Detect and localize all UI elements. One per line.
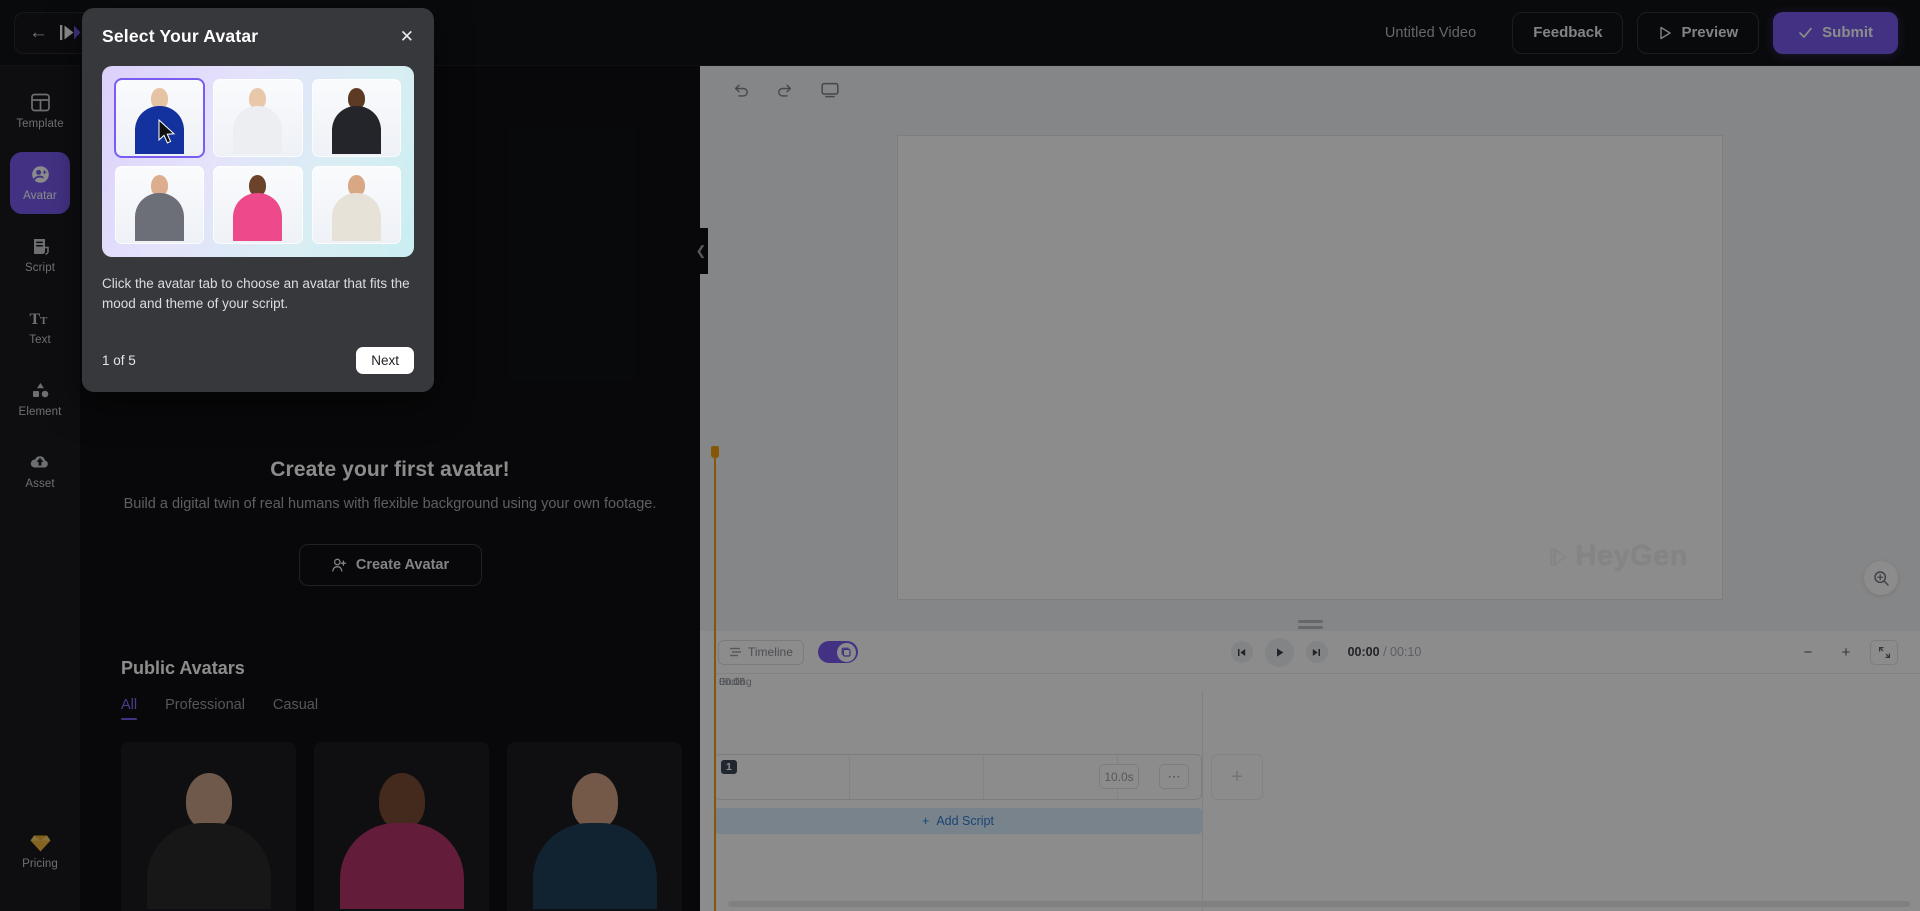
avatar-tile-container (102, 66, 414, 257)
avatar-tile[interactable] (311, 79, 401, 157)
modal-page-indicator: 1 of 5 (102, 353, 136, 369)
avatar-tile[interactable] (213, 79, 303, 157)
mouse-cursor-icon (158, 118, 177, 151)
avatar-tile[interactable] (213, 166, 303, 244)
close-icon[interactable]: ✕ (400, 28, 414, 45)
avatar-tile-grid (113, 78, 401, 244)
avatar-tile[interactable] (311, 166, 401, 244)
modal-header: Select Your Avatar ✕ (102, 26, 414, 47)
modal-description: Click the avatar tab to choose an avatar… (102, 276, 410, 311)
modal-next-button[interactable]: Next (356, 347, 414, 375)
modal-title: Select Your Avatar (102, 26, 259, 46)
modal-footer: 1 of 5 Next (102, 347, 414, 375)
onboarding-modal: Select Your Avatar ✕ Click the avatar ta… (82, 8, 434, 393)
avatar-tile[interactable] (115, 166, 205, 244)
heygen-editor-app: ← Untitled Video Feedback Preview Submit (0, 0, 1920, 911)
